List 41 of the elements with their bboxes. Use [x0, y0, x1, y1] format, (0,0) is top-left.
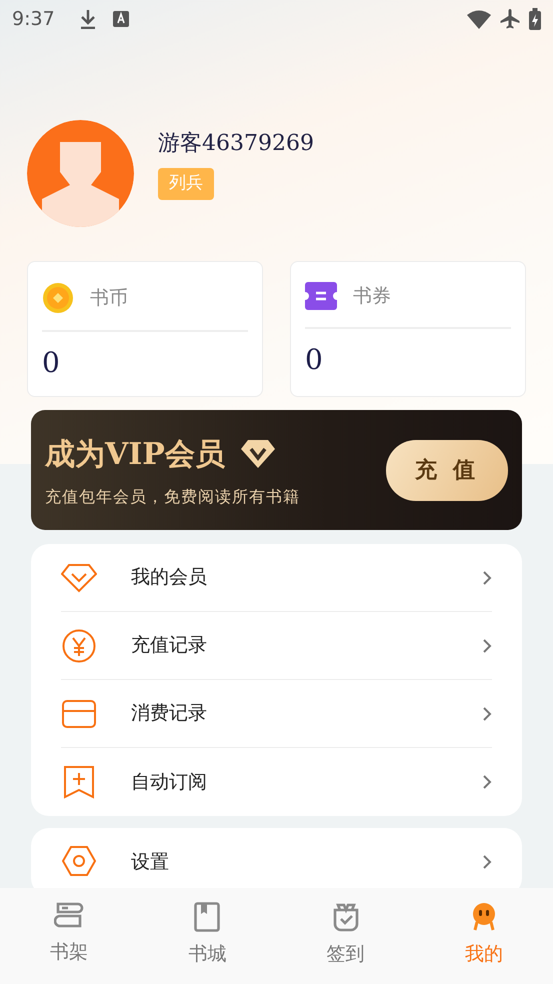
gift-check-icon	[332, 902, 360, 932]
keyboard-icon	[112, 11, 129, 27]
yen-icon	[62, 628, 96, 662]
wallet-card[interactable]: 书币 0	[27, 261, 263, 397]
book-icon	[194, 902, 220, 932]
chevron-icon	[482, 706, 492, 722]
menu-item[interactable]: 我的会员	[61, 544, 492, 612]
menu-item[interactable]: 自动订阅	[61, 748, 492, 816]
wallet-value: 0	[42, 345, 61, 381]
recharge-button[interactable]: 充 值	[386, 440, 508, 500]
status-time: 9:37	[12, 6, 55, 32]
chevron-icon	[482, 570, 492, 586]
wallet-card[interactable]: 书券 0	[290, 261, 526, 397]
settings-icon	[62, 845, 96, 879]
chevron-icon	[482, 638, 492, 654]
download-icon	[78, 9, 97, 29]
coin-icon	[42, 282, 74, 314]
nav-tab[interactable]: 书城	[138, 888, 276, 984]
wallet-label: 书币	[90, 286, 128, 311]
bookmark-plus-icon	[63, 765, 95, 799]
mascot-icon	[470, 902, 497, 932]
diamond-icon	[61, 562, 97, 592]
card-icon	[62, 700, 96, 728]
bookshelf-icon	[54, 902, 84, 930]
vip-title: 成为VIP会员	[45, 436, 225, 474]
nav-tab[interactable]: 书架	[0, 888, 138, 984]
battery-icon	[529, 8, 541, 30]
diamond-icon	[240, 439, 275, 469]
menu-item[interactable]: 消费记录	[61, 680, 492, 748]
ticket-icon	[305, 282, 337, 310]
chevron-icon	[482, 774, 492, 790]
rank-label: 列兵	[158, 168, 214, 200]
wallet-value: 0	[305, 342, 324, 378]
vip-subtitle: 充值包年会员，免费阅读所有书籍	[45, 486, 301, 508]
chevron-icon	[482, 854, 492, 870]
username: 游客46379269	[158, 130, 314, 158]
menu-item[interactable]: 充值记录	[61, 612, 492, 680]
nav-tab[interactable]: 签到	[276, 888, 415, 984]
wallet-label: 书券	[353, 284, 391, 309]
airplane-icon	[499, 8, 521, 30]
wifi-icon	[467, 10, 491, 28]
